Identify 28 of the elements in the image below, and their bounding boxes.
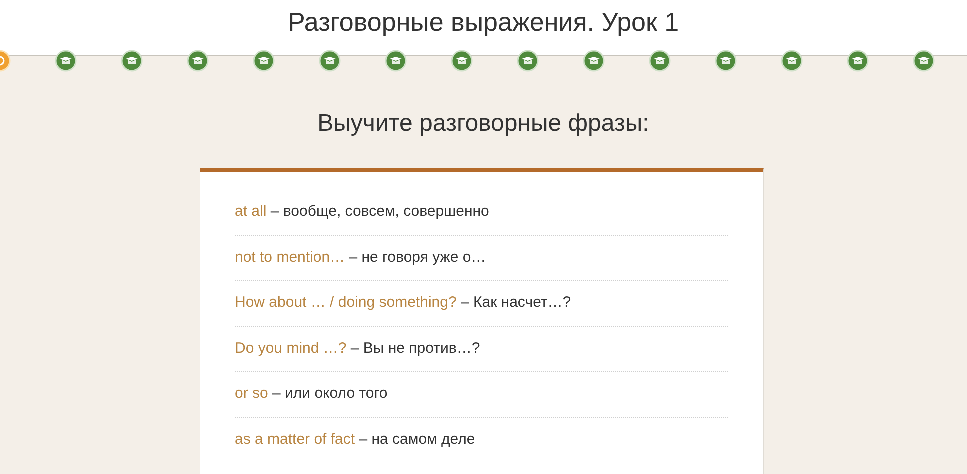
- english-phrase: as a matter of fact: [235, 430, 356, 448]
- phrase-translation: – вообще, совсем, совершенно: [270, 203, 490, 220]
- graduation-cap-icon[interactable]: [55, 50, 77, 72]
- page-title: Разговорные выражения. Урок 1: [288, 6, 680, 39]
- english-phrase: Do you mind …?: [235, 340, 347, 356]
- graduation-cap-icon[interactable]: [385, 50, 407, 72]
- phrase-translation: – Вы не против…?: [350, 340, 480, 356]
- graduation-cap-icon[interactable]: [121, 50, 143, 72]
- phrase-translation: – на самом деле: [359, 430, 476, 448]
- graduation-cap-icon[interactable]: [781, 50, 803, 72]
- english-phrase: How about … / doing something?: [235, 294, 457, 311]
- english-phrase: not to mention…: [235, 248, 346, 266]
- english-phrase: or so: [235, 385, 268, 402]
- section-heading: Выучите разговорные фразы:: [318, 109, 650, 139]
- graduation-cap-icon[interactable]: [583, 50, 605, 72]
- phrase-translation: – не говоря уже о…: [349, 248, 486, 266]
- graduation-cap-icon[interactable]: [847, 50, 869, 72]
- graduation-cap-icon[interactable]: [451, 50, 473, 72]
- graduation-cap-icon[interactable]: [253, 50, 275, 72]
- graduation-cap-icon[interactable]: [913, 50, 935, 72]
- phrase-translation: – или около того: [272, 385, 388, 402]
- phrase-translation: – Как насчет…?: [460, 294, 572, 311]
- graduation-cap-icon[interactable]: [319, 50, 341, 72]
- english-phrase: at all: [235, 203, 267, 220]
- graduation-cap-icon[interactable]: [517, 50, 539, 72]
- graduation-cap-icon[interactable]: [187, 50, 209, 72]
- graduation-cap-icon[interactable]: [649, 50, 671, 72]
- graduation-cap-icon[interactable]: [715, 50, 737, 72]
